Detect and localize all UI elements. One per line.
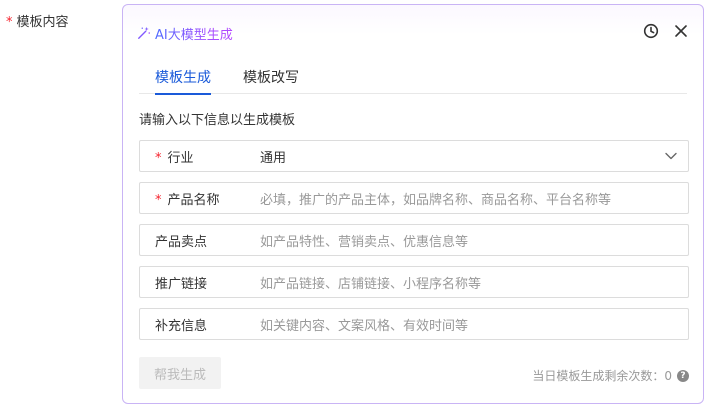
intro-text: 请输入以下信息以生成模板 bbox=[139, 113, 296, 128]
extra-info-field[interactable]: 补充信息 如关键内容、文案风格、有效时间等 bbox=[139, 308, 689, 340]
remaining-count: 当日模板生成剩余次数：0 ? bbox=[532, 367, 689, 384]
promo-link-placeholder: 如产品链接、店铺链接、小程序名称等 bbox=[260, 276, 482, 292]
product-name-label: * 产品名称 bbox=[140, 189, 260, 208]
generate-button[interactable]: 帮我生成 bbox=[139, 357, 221, 389]
industry-select[interactable]: * 行业 通用 bbox=[139, 140, 689, 172]
required-mark: * bbox=[155, 192, 162, 208]
required-mark: * bbox=[6, 15, 13, 30]
panel-header: AI大模型生成 bbox=[137, 23, 233, 43]
selling-points-label: 产品卖点 bbox=[155, 234, 208, 250]
selling-points-placeholder: 如产品特性、营销卖点、优惠信息等 bbox=[260, 234, 469, 250]
extra-info-placeholder: 如关键内容、文案风格、有效时间等 bbox=[260, 318, 469, 334]
product-name-placeholder: 必填，推广的产品主体，如品牌名称、商品名称、平台名称等 bbox=[260, 192, 612, 208]
extra-info-label: 补充信息 bbox=[155, 318, 208, 334]
product-name-label-text: 产品名称 bbox=[167, 192, 220, 208]
promo-link-label: 推广链接 bbox=[155, 276, 208, 292]
selling-points-field[interactable]: 产品卖点 如产品特性、营销卖点、优惠信息等 bbox=[139, 224, 689, 256]
industry-label-text: 行业 bbox=[167, 150, 194, 166]
tab-template-rewrite[interactable]: 模板改写 bbox=[243, 67, 299, 93]
clock-icon[interactable] bbox=[643, 23, 659, 39]
panel-header-actions bbox=[643, 23, 689, 39]
template-content-label-text: 模板内容 bbox=[16, 15, 69, 30]
panel-tabs: 模板生成 模板改写 bbox=[139, 63, 687, 95]
product-name-field[interactable]: * 产品名称 必填，推广的产品主体，如品牌名称、商品名称、平台名称等 bbox=[139, 182, 689, 214]
help-icon[interactable]: ? bbox=[677, 369, 689, 382]
tab-template-generate[interactable]: 模板生成 bbox=[155, 67, 211, 95]
ai-generate-panel: AI大模型生成 模板生成 模板改写 请输入以下信息以生成模板 * 行业 通用 * 产… bbox=[122, 4, 704, 404]
industry-label: * 行业 bbox=[140, 147, 260, 166]
panel-title: AI大模型生成 bbox=[155, 24, 233, 43]
template-content-label: * 模板内容 bbox=[6, 11, 69, 30]
magic-wand-icon bbox=[138, 26, 151, 39]
industry-value: 通用 bbox=[260, 150, 287, 166]
promo-link-field[interactable]: 推广链接 如产品链接、店铺链接、小程序名称等 bbox=[139, 266, 689, 298]
close-icon[interactable] bbox=[673, 23, 689, 39]
chevron-down-icon[interactable] bbox=[664, 149, 678, 163]
required-mark: * bbox=[155, 150, 162, 166]
remaining-count-text: 当日模板生成剩余次数：0 bbox=[532, 369, 672, 383]
